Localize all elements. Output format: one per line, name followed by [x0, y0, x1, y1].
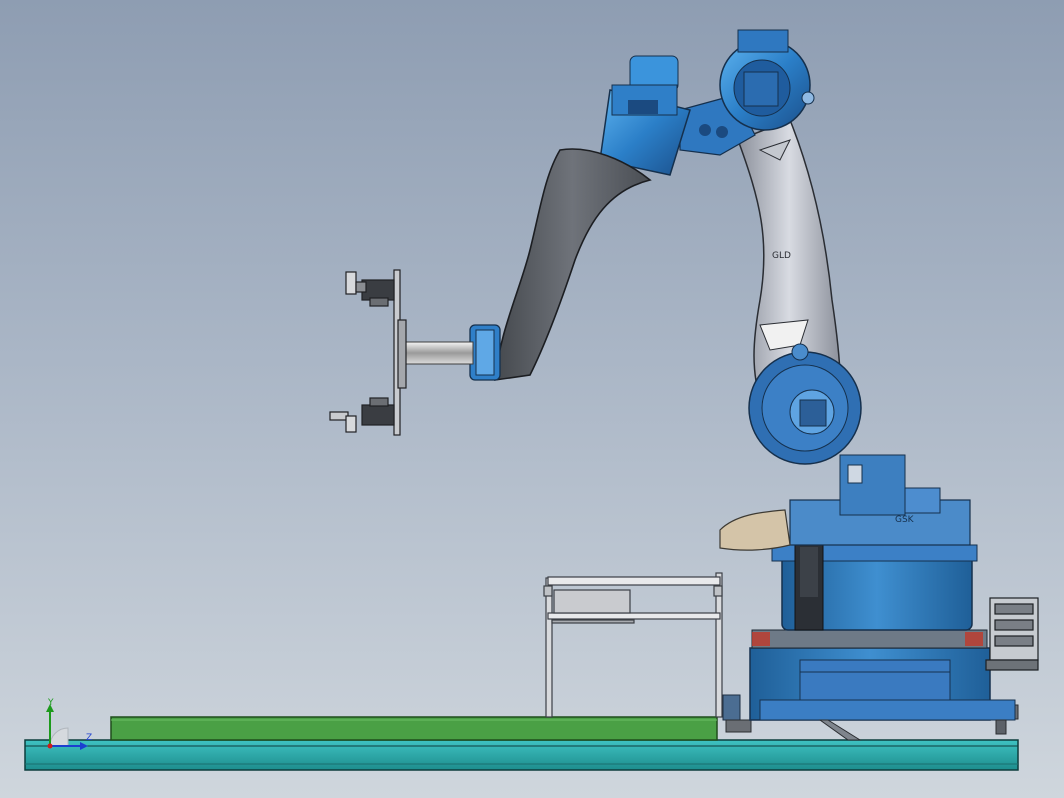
robot-turret: GSK: [771, 454, 978, 631]
floor-plate: [24, 739, 1019, 771]
robot-cell-model: GSK GLD: [24, 29, 1039, 771]
robot-pedestal: [722, 629, 1019, 741]
svg-text:GSK: GSK: [895, 515, 915, 525]
forearm: [494, 148, 652, 381]
z-axis-label: Z: [86, 733, 93, 743]
cable-guide: [985, 597, 1039, 671]
pallet-rack: [543, 572, 723, 718]
y-axis-label: Y: [48, 698, 54, 708]
tool-shaft: [402, 341, 474, 365]
counterweight-spring: [719, 509, 791, 551]
cad-viewport[interactable]: GSK GLD Y Z: [0, 0, 1064, 798]
conveyor: [110, 716, 718, 741]
wrist-flange: [469, 324, 501, 381]
svg-text:GLD: GLD: [772, 251, 791, 261]
wrist-motor: [599, 55, 691, 176]
view-triad: Y Z: [40, 698, 100, 750]
gripper: [329, 269, 407, 436]
